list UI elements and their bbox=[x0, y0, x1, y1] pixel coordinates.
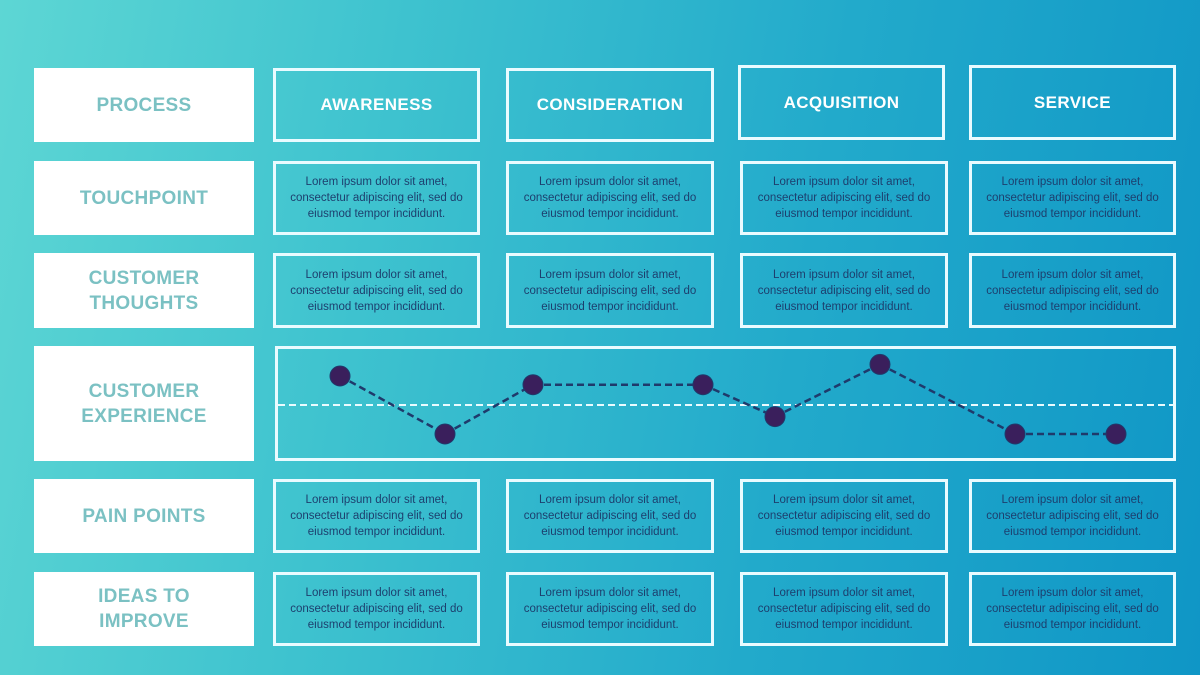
experience-point bbox=[329, 365, 351, 387]
pain-points-cell: Lorem ipsum dolor sit amet, consectetur … bbox=[969, 479, 1176, 553]
pain-points-cell: Lorem ipsum dolor sit amet, consectetur … bbox=[506, 479, 714, 553]
row-label-pain-points: PAIN POINTS bbox=[34, 479, 254, 553]
touchpoint-cell: Lorem ipsum dolor sit amet, consectetur … bbox=[273, 161, 480, 235]
touchpoint-cell: Lorem ipsum dolor sit amet, consectetur … bbox=[506, 161, 714, 235]
experience-segment bbox=[879, 363, 1016, 436]
row-label-customer-thoughts: CUSTOMER THOUGHTS bbox=[34, 253, 254, 328]
row-label-customer-experience: CUSTOMER EXPERIENCE bbox=[34, 346, 254, 461]
experience-point bbox=[434, 423, 456, 445]
stage-header-consideration: CONSIDERATION bbox=[506, 68, 714, 142]
pain-points-cell: Lorem ipsum dolor sit amet, consectetur … bbox=[273, 479, 480, 553]
experience-segment bbox=[702, 383, 776, 418]
customer-experience-chart bbox=[275, 346, 1176, 461]
ideas-to-improve-cell: Lorem ipsum dolor sit amet, consectetur … bbox=[969, 572, 1176, 646]
experience-point bbox=[692, 374, 714, 396]
row-label-text: CUSTOMER THOUGHTS bbox=[88, 267, 200, 314]
experience-point bbox=[869, 353, 891, 375]
row-label-touchpoint: TOUCHPOINT bbox=[34, 161, 254, 235]
ideas-to-improve-cell: Lorem ipsum dolor sit amet, consectetur … bbox=[740, 572, 948, 646]
row-label-text: TOUCHPOINT bbox=[79, 187, 209, 209]
experience-point bbox=[1105, 423, 1127, 445]
experience-point bbox=[1004, 423, 1026, 445]
experience-point bbox=[764, 406, 786, 428]
row-label-text: CUSTOMER EXPERIENCE bbox=[81, 380, 207, 427]
experience-curve-svg bbox=[278, 353, 1173, 445]
pain-points-cell: Lorem ipsum dolor sit amet, consectetur … bbox=[740, 479, 948, 553]
touchpoint-cell: Lorem ipsum dolor sit amet, consectetur … bbox=[740, 161, 948, 235]
customer-thoughts-cell: Lorem ipsum dolor sit amet, consectetur … bbox=[506, 253, 714, 328]
row-label-text: PAIN POINTS bbox=[82, 505, 206, 527]
customer-thoughts-cell: Lorem ipsum dolor sit amet, consectetur … bbox=[969, 253, 1176, 328]
experience-point bbox=[522, 374, 544, 396]
row-label-text: IDEAS TO IMPROVE bbox=[98, 586, 190, 632]
stage-header-awareness: AWARENESS bbox=[273, 68, 480, 142]
stage-header-service: SERVICE bbox=[969, 65, 1176, 140]
customer-thoughts-cell: Lorem ipsum dolor sit amet, consectetur … bbox=[740, 253, 948, 328]
row-label-text: PROCESS bbox=[96, 94, 192, 116]
experience-segment bbox=[444, 383, 534, 436]
stage-header-acquisition: ACQUISITION bbox=[738, 65, 945, 140]
row-label-process: PROCESS bbox=[34, 68, 254, 142]
row-label-ideas-to-improve: IDEAS TO IMPROVE bbox=[34, 572, 254, 646]
customer-thoughts-cell: Lorem ipsum dolor sit amet, consectetur … bbox=[273, 253, 480, 328]
ideas-to-improve-cell: Lorem ipsum dolor sit amet, consectetur … bbox=[273, 572, 480, 646]
touchpoint-cell: Lorem ipsum dolor sit amet, consectetur … bbox=[969, 161, 1176, 235]
ideas-to-improve-cell: Lorem ipsum dolor sit amet, consectetur … bbox=[506, 572, 714, 646]
experience-segment bbox=[774, 363, 881, 418]
